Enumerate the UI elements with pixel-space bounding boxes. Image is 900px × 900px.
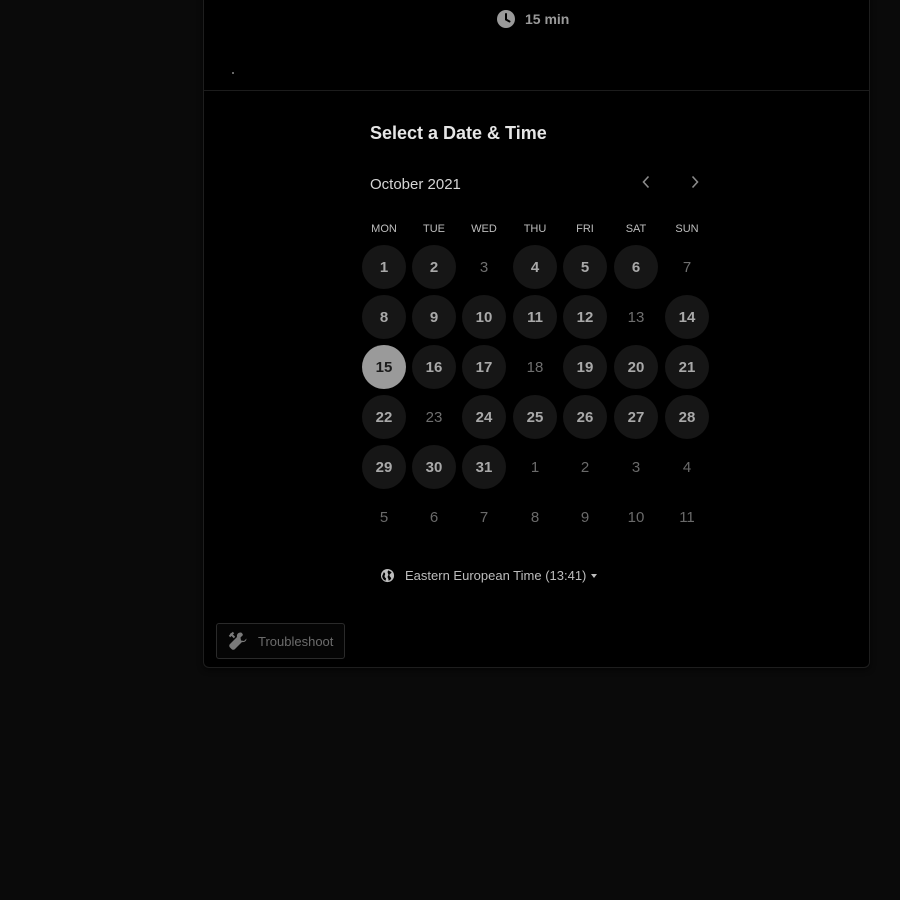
calendar-day-outside-month: 7 [479, 508, 489, 526]
calendar-day[interactable]: 8 [362, 295, 406, 339]
weekday-label: MON [371, 223, 397, 235]
calendar-day-outside-month: 3 [631, 458, 641, 476]
timezone-label: Eastern European Time (13:41) [405, 568, 587, 583]
weekday-label: TUE [423, 223, 445, 235]
timezone-selector[interactable]: Eastern European Time (13:41) [380, 568, 598, 583]
calendar-day[interactable]: 16 [412, 345, 456, 389]
calendar-day[interactable]: 1 [362, 245, 406, 289]
event-duration: 15 min [496, 9, 569, 29]
weekday-label: THU [523, 223, 547, 235]
calendar-day: 3 [479, 258, 489, 276]
calendar-day[interactable]: 27 [614, 395, 658, 439]
calendar-day-outside-month: 11 [679, 508, 695, 526]
calendar-day[interactable]: 31 [462, 445, 506, 489]
weekday-label: WED [471, 223, 497, 235]
calendar-day[interactable]: 24 [462, 395, 506, 439]
calendar-day[interactable]: 22 [362, 395, 406, 439]
calendar-day[interactable]: 2 [412, 245, 456, 289]
calendar-day: 23 [425, 408, 443, 426]
clock-icon [497, 10, 515, 28]
month-label: October 2021 [370, 176, 461, 193]
calendar-day[interactable]: 6 [614, 245, 658, 289]
next-month-button[interactable] [683, 170, 707, 194]
weekday-label: SAT [625, 223, 647, 235]
chevron-right-icon [691, 175, 699, 189]
weekday-label: SUN [675, 223, 699, 235]
calendar-day[interactable]: 21 [665, 345, 709, 389]
calendar-day[interactable]: 19 [563, 345, 607, 389]
calendar-day[interactable]: 12 [563, 295, 607, 339]
calendar-day[interactable]: 9 [412, 295, 456, 339]
calendar-day[interactable]: 29 [362, 445, 406, 489]
calendar-day[interactable]: 20 [614, 345, 658, 389]
calendar-day-outside-month: 9 [580, 508, 590, 526]
calendar-day-outside-month: 4 [682, 458, 692, 476]
chevron-left-icon [642, 175, 650, 189]
troubleshoot-label: Troubleshoot [258, 633, 334, 649]
caret-down-icon [591, 573, 598, 578]
globe-icon [380, 568, 395, 583]
calendar-day: 7 [682, 258, 692, 276]
calendar-day[interactable]: 25 [513, 395, 557, 439]
calendar-day-selected[interactable]: 15 [362, 345, 406, 389]
calendar-day[interactable]: 26 [563, 395, 607, 439]
header-divider [204, 90, 869, 91]
calendar-day[interactable]: 10 [462, 295, 506, 339]
wrench-icon [228, 631, 247, 650]
calendar-day: 18 [526, 358, 544, 376]
calendar-day[interactable]: 30 [412, 445, 456, 489]
page-title: Select a Date & Time [370, 123, 547, 143]
calendar-day[interactable]: 4 [513, 245, 557, 289]
calendar-day[interactable]: 14 [665, 295, 709, 339]
duration-label: 15 min [525, 11, 570, 27]
calendar-day[interactable]: 5 [563, 245, 607, 289]
separator-dot [232, 72, 234, 74]
calendar-day: 13 [627, 308, 645, 326]
calendar-day[interactable]: 11 [513, 295, 557, 339]
scheduling-card: 15 min Select a Date & Time October 2021… [203, 0, 870, 668]
calendar-day-outside-month: 6 [429, 508, 439, 526]
calendar-day[interactable]: 17 [462, 345, 506, 389]
calendar-day-outside-month: 8 [530, 508, 540, 526]
calendar-day[interactable]: 28 [665, 395, 709, 439]
calendar-day-outside-month: 10 [627, 508, 645, 526]
troubleshoot-button[interactable]: Troubleshoot [216, 623, 345, 659]
calendar-day-outside-month: 2 [580, 458, 590, 476]
weekday-label: FRI [576, 223, 594, 235]
calendar-day-outside-month: 5 [379, 508, 389, 526]
previous-month-button[interactable] [634, 170, 658, 194]
calendar-day-outside-month: 1 [530, 458, 540, 476]
